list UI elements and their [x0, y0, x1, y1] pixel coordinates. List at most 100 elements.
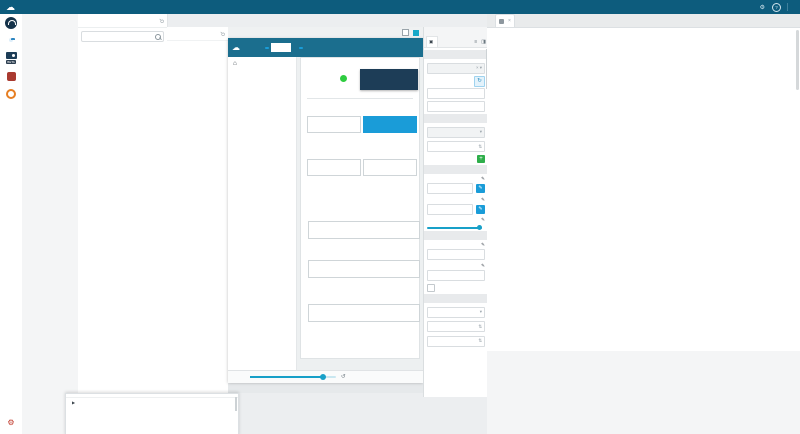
runtime-icon[interactable] — [0, 68, 22, 85]
build-panel: ▶ — [65, 393, 239, 434]
preview-checkbox[interactable] — [402, 29, 409, 36]
divider — [307, 98, 413, 99]
section-configuration[interactable] — [424, 50, 488, 59]
offset-left-input[interactable]: ⇅ — [427, 321, 485, 332]
gear-icon[interactable]: ⚙ — [760, 4, 765, 11]
search-icon — [155, 34, 161, 40]
config-tabs: ▣ ≡ ◨ — [424, 36, 488, 48]
section-states[interactable] — [424, 114, 488, 123]
shadow-label: ✎ — [427, 217, 485, 223]
tools-panel: ⚲ — [167, 27, 229, 434]
status-green-dot — [340, 75, 347, 82]
edit-icon[interactable]: ✎ — [481, 217, 485, 223]
logiccloud-logo[interactable] — [0, 14, 22, 31]
refresh-placeholders-button[interactable]: ↻ — [474, 76, 485, 87]
template-panel-tab[interactable]: ▣ — [426, 36, 438, 47]
projects-folder-icon[interactable] — [0, 31, 22, 48]
background-color-input[interactable] — [427, 183, 473, 194]
editor-scrollbar[interactable] — [796, 30, 799, 90]
code-area[interactable] — [487, 28, 800, 351]
phase-l2-chip — [299, 47, 303, 49]
opacity-slider[interactable] — [427, 227, 482, 229]
file-search-input[interactable] — [84, 33, 155, 40]
beta-badge: BETA — [6, 60, 16, 64]
placeholder-input-1[interactable] — [427, 88, 485, 99]
states-count-row: + — [427, 155, 485, 163]
border-color-picker-button[interactable]: ✎ — [476, 205, 485, 214]
section-placement[interactable] — [424, 294, 488, 303]
placement-select[interactable]: ▾ — [427, 307, 485, 318]
file-search[interactable] — [81, 31, 164, 42]
border-color-input[interactable] — [427, 204, 473, 215]
tab-my-program[interactable]: × — [495, 14, 515, 27]
list-icon[interactable]: ≡ — [474, 39, 477, 45]
phase-l1-input[interactable] — [271, 43, 291, 52]
logiccloud-cloud-icon: ☁ — [6, 2, 15, 13]
edit-icon[interactable]: ✎ — [481, 242, 485, 248]
border-color-label: ✎ — [427, 197, 485, 203]
section-style[interactable] — [424, 165, 488, 174]
left-icon-rail: BETA ⚙ — [0, 14, 23, 434]
edit-icon[interactable]: ✎ — [481, 197, 485, 203]
border-radius-label: ✎ — [427, 263, 485, 269]
add-state-button[interactable]: + — [477, 155, 485, 163]
code-editor-pane: × — [487, 14, 800, 434]
border-width-input[interactable] — [427, 249, 485, 260]
placeholder-input-2[interactable] — [427, 101, 485, 112]
ladedauer-input[interactable] — [308, 260, 420, 278]
home-icon: ⌂ — [233, 60, 238, 67]
text-value-input[interactable]: ⇅ — [427, 141, 485, 152]
phase-l1-chip — [265, 47, 269, 49]
background-color-label: ✎ — [427, 176, 485, 182]
target-template-select[interactable]: × ▾ — [427, 63, 485, 74]
close-tab-icon[interactable]: × — [508, 18, 511, 24]
main-tab-strip — [182, 14, 487, 27]
expand-icon[interactable]: ▶ — [72, 400, 75, 405]
background-color-picker-button[interactable]: ✎ — [476, 184, 485, 193]
configuration-panel: ▣ ≡ ◨ × ▾ ↻ ▾ ⇅ + ✎ ✎ ✎ — [423, 27, 489, 397]
edit-icon[interactable]: ✎ — [481, 263, 485, 269]
project-panel — [22, 14, 79, 434]
border-width-label: ✎ — [427, 242, 485, 248]
pin-icon[interactable]: ⚲ — [218, 29, 226, 37]
reset-zoom-icon[interactable]: ↺ — [341, 374, 346, 380]
apps-icon[interactable] — [0, 85, 22, 102]
edit-icon[interactable]: ✎ — [481, 176, 485, 182]
border-radius-input[interactable] — [427, 270, 485, 281]
settings-gear-icon[interactable]: ⚙ — [0, 414, 22, 431]
end-zeitpunkt-input[interactable] — [308, 304, 420, 322]
zoom-slider[interactable] — [250, 376, 336, 378]
nav-item-uebersicht[interactable]: ⌂ — [228, 57, 296, 70]
panel-icon: ▣ — [429, 39, 433, 45]
editor-tab-strip: × — [487, 14, 800, 28]
canvas-footer: ↺ — [228, 370, 431, 383]
aus-button[interactable] — [363, 116, 417, 133]
build-root-row[interactable]: ▶ — [66, 398, 238, 405]
palette-icon[interactable]: ◨ — [481, 39, 486, 45]
section-layout[interactable] — [424, 231, 488, 240]
states-variable-select[interactable]: ▾ — [427, 127, 485, 138]
ein-button[interactable] — [307, 116, 361, 133]
program-icon — [499, 19, 504, 24]
start-zeitpunkt-input[interactable] — [308, 221, 420, 239]
ide-window: ☁ ⚙ ? BETA ⚙ ⚲ ⚲ — [0, 0, 800, 434]
help-icon[interactable]: ? — [772, 3, 781, 12]
offset-top-input[interactable]: ⇅ — [427, 336, 485, 347]
build-scrollbar[interactable] — [235, 397, 237, 411]
erweiterte-informationen-tooltip[interactable] — [360, 69, 418, 90]
cloud-icon: ☁ — [232, 43, 240, 52]
canvas-area: ☁ ⌂ — [228, 27, 423, 393]
divider — [787, 3, 788, 11]
pin-icon[interactable]: ⚲ — [157, 16, 165, 24]
ladepunkt-widget-card[interactable] — [300, 57, 420, 359]
begrenztes-laden-button[interactable] — [307, 159, 361, 176]
opacity-row — [427, 227, 485, 229]
preview-header: ☁ — [228, 38, 423, 57]
files-panel: ⚲ — [78, 14, 168, 434]
config-toolbar — [424, 27, 488, 36]
media-icon[interactable]: BETA — [0, 48, 22, 68]
scrollbars-checkbox[interactable] — [427, 284, 435, 292]
preview-body: ⌂ — [228, 57, 423, 370]
color-swatch[interactable] — [413, 30, 419, 36]
normales-laden-button[interactable] — [363, 159, 417, 176]
